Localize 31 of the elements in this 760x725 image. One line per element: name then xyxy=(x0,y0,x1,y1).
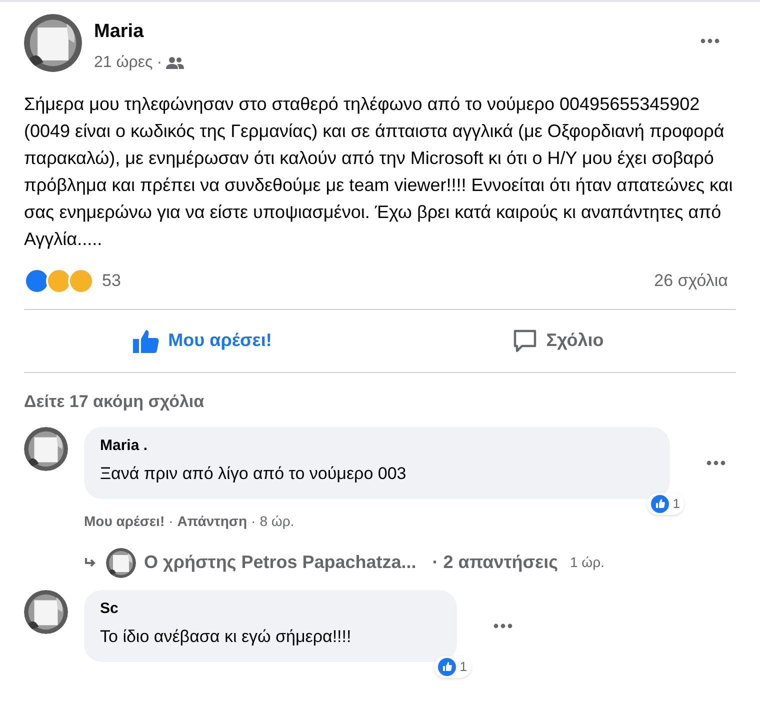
comment-action-link[interactable]: Μου αρέσει! xyxy=(84,510,165,532)
reactions-icon[interactable] xyxy=(24,268,94,294)
post-time[interactable]: 21 ώρες xyxy=(94,50,153,74)
comment-button[interactable]: Σχόλιο xyxy=(380,310,736,372)
reply-arrow-icon xyxy=(84,556,98,568)
reply-count[interactable]: · 2 απαντήσεις xyxy=(432,549,558,576)
comment-action-link[interactable]: Απάντηση xyxy=(177,510,248,532)
separator: · xyxy=(168,512,174,530)
view-more-comments-link[interactable]: Δείτε 17 ακόμη σχόλια xyxy=(24,392,204,410)
reaction-count[interactable]: 53 xyxy=(102,268,121,294)
replies-link[interactable]: Ο χρήστης Petros Papachatza... xyxy=(144,549,416,576)
like-count-badge: 1 xyxy=(646,493,684,514)
author-name[interactable]: Maria xyxy=(94,18,184,46)
friends-icon xyxy=(166,56,184,70)
comment-author[interactable]: Sc xyxy=(100,598,441,620)
more-options-icon[interactable] xyxy=(706,460,726,466)
thumbs-up-icon xyxy=(132,328,160,354)
post-text: Σήμερα μου τηλεφώνησαν στο σταθερό τηλέφωνο από το νούμερο 00495655345902 (0049 είναι ο κωδικός της Γερμανίας) και σε άπταιστα αγγλικά (με Οξφορδιανή προφορά παρακαλώ), με ενημέρωσαν ότι καλούν από την Microsoft κι ότι ο Η/Υ μου έχει σοβαρό πρόβλημα και πρέπει να συνδεθούμε με team viewer!!!! Εννοείται ότι ήταν απατεώνες και σας ενημερώνω για να είστε υποψιασμένοι. Έχω βρει κατά καιρούς κι αναπάντητες από Αγγλία..... xyxy=(24,92,734,251)
comment-time: 8 ώρ. xyxy=(260,512,294,531)
like-button[interactable]: Μου αρέσει! xyxy=(24,310,380,372)
reply-time: 1 ώρ. xyxy=(570,553,604,572)
comment-text: Το ίδιο ανέβασα κι εγώ σήμερα!!!! xyxy=(100,626,352,648)
comment-text: Ξανά πριν από λίγο από το νούμερο 003 xyxy=(100,463,408,485)
comment-author[interactable]: Maria . xyxy=(100,434,654,457)
more-options-icon[interactable] xyxy=(493,622,513,628)
comment-count[interactable]: 26 σχόλια xyxy=(654,268,728,294)
more-options-icon[interactable] xyxy=(700,38,720,44)
like-count-badge: 1 xyxy=(434,656,471,678)
separator: · xyxy=(156,52,162,72)
separator: · xyxy=(251,512,256,530)
speech-bubble-icon xyxy=(512,328,538,354)
